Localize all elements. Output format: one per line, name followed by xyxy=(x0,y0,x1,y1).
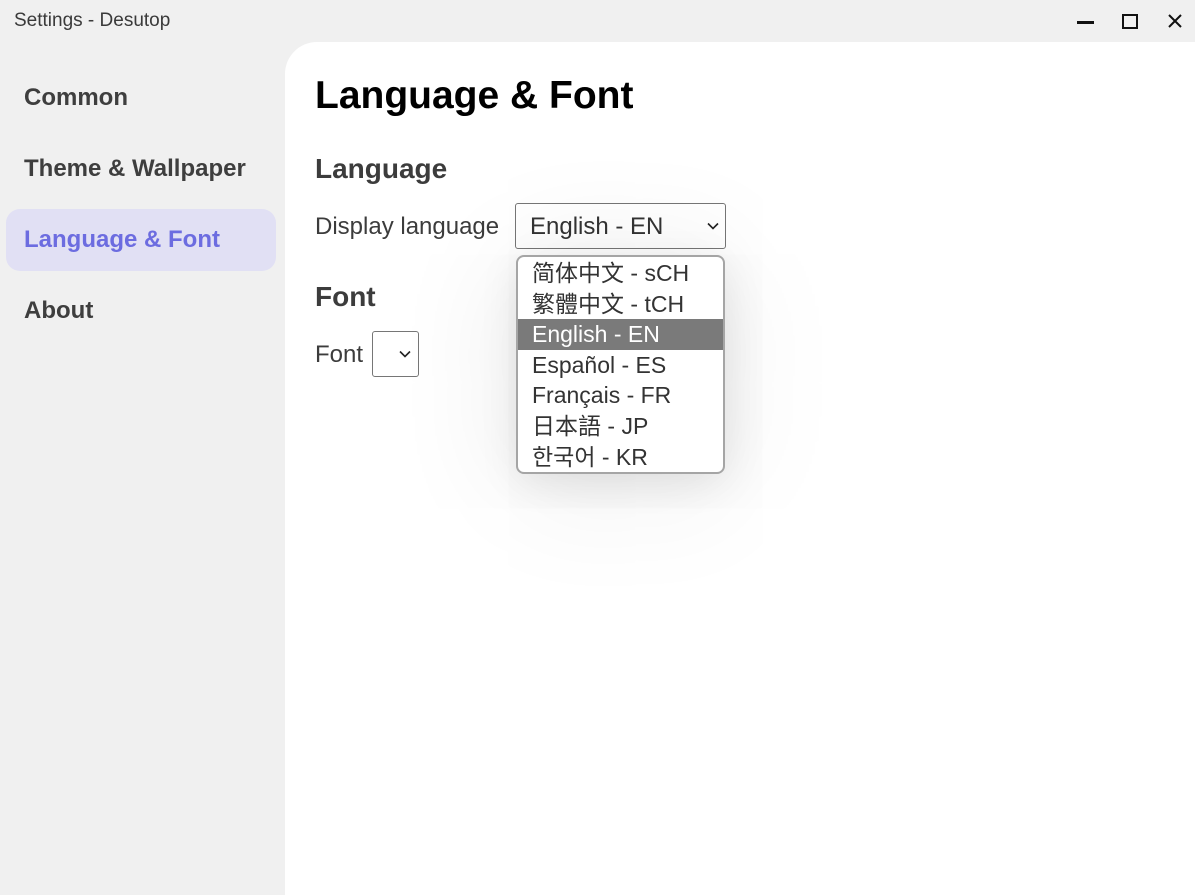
sidebar-item-language-font[interactable]: Language & Font xyxy=(6,209,276,271)
maximize-button[interactable] xyxy=(1117,8,1143,34)
language-option-es[interactable]: Español - ES xyxy=(518,350,723,381)
minimize-button[interactable] xyxy=(1072,8,1098,34)
language-dropdown-list: 简体中文 - sCH 繁體中文 - tCH English - EN Españ… xyxy=(516,255,725,474)
sidebar-item-theme-wallpaper[interactable]: Theme & Wallpaper xyxy=(6,138,276,200)
window-title: Settings - Desutop xyxy=(14,10,171,31)
language-option-fr[interactable]: Français - FR xyxy=(518,380,723,411)
chevron-down-icon xyxy=(707,222,719,230)
language-option-en[interactable]: English - EN xyxy=(518,319,723,350)
sidebar-item-about[interactable]: About xyxy=(6,280,276,342)
display-language-select[interactable]: English - EN xyxy=(515,203,726,249)
language-option-kr[interactable]: 한국어 - KR xyxy=(518,442,723,472)
chevron-down-icon xyxy=(399,350,411,358)
language-option-sch[interactable]: 简体中文 - sCH xyxy=(518,258,723,289)
language-section-heading: Language xyxy=(315,153,448,184)
close-button[interactable] xyxy=(1162,8,1188,34)
language-option-tch[interactable]: 繁體中文 - tCH xyxy=(518,289,723,320)
font-select[interactable] xyxy=(372,331,419,377)
close-icon xyxy=(1168,14,1182,28)
sidebar: Common Theme & Wallpaper Language & Font… xyxy=(0,42,285,895)
title-bar: Settings - Desutop xyxy=(0,0,1195,42)
display-language-label: Display language xyxy=(315,213,500,240)
sidebar-item-common[interactable]: Common xyxy=(6,67,276,129)
minimize-icon xyxy=(1076,20,1094,24)
font-section-heading: Font xyxy=(315,281,376,312)
language-option-jp[interactable]: 日本語 - JP xyxy=(518,411,723,442)
display-language-value: English - EN xyxy=(530,213,664,240)
page-title: Language & Font xyxy=(315,74,634,117)
maximize-icon xyxy=(1122,13,1138,29)
content-panel: Language & Font Language Display languag… xyxy=(285,42,1195,895)
font-label: Font xyxy=(315,341,364,368)
